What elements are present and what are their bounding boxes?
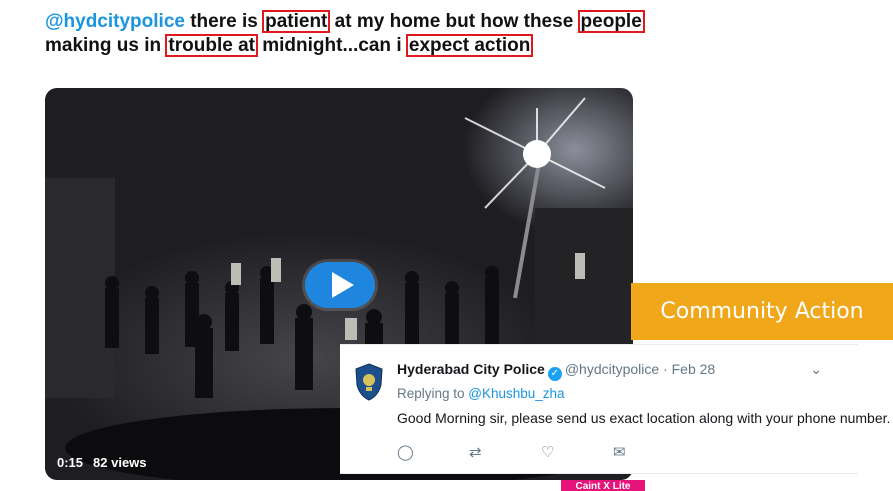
like-icon[interactable]: ♡: [541, 443, 613, 461]
tweet-text-3: making us in: [45, 35, 167, 56]
reply-tweet-card[interactable]: Hyderabad City Police ✓ @hydcitypolice · F…: [340, 344, 890, 474]
mention-link[interactable]: @hydcitypolice: [45, 11, 185, 32]
replying-to: Replying to @Khushbu_zha: [397, 386, 565, 401]
chevron-down-icon[interactable]: ⌄: [810, 361, 822, 378]
play-icon: [332, 272, 354, 298]
verified-icon: ✓: [547, 367, 562, 381]
tweet-text-4: midnight...can i: [256, 35, 407, 56]
tweet-actions: ◯ ⇄ ♡ ✉: [397, 443, 685, 461]
tweet-text-2: at my home but how these: [329, 11, 579, 32]
replying-to-link[interactable]: @Khushbu_zha: [468, 386, 564, 401]
police-logo-avatar[interactable]: [354, 363, 384, 401]
author-handle-date: @hydcitypolice · Feb 28: [564, 361, 716, 377]
highlight-word-4: expect action: [405, 34, 534, 57]
highlight-word-3: trouble at: [165, 34, 258, 57]
highlight-word-1: patient: [262, 10, 331, 33]
author-name[interactable]: Hyderabad City Police: [397, 361, 545, 377]
reply-icon[interactable]: ◯: [397, 443, 469, 461]
tweet-text-1: there is: [184, 11, 264, 32]
highlight-word-2: people: [577, 10, 645, 33]
message-icon[interactable]: ✉: [613, 443, 685, 461]
reply-body: Good Morning sir, please send us exact l…: [397, 410, 891, 426]
tweet-text: @hydcitypolice there is patient at my ho…: [45, 10, 665, 58]
video-duration: 0:15: [57, 455, 84, 470]
retweet-icon[interactable]: ⇄: [469, 443, 541, 461]
play-button[interactable]: [305, 262, 375, 308]
video-views: 82 views: [93, 455, 147, 470]
replying-prefix: Replying to: [397, 386, 469, 401]
video-stats: 0:15 82 views: [57, 455, 157, 470]
reply-author[interactable]: Hyderabad City Police ✓ @hydcitypolice · F…: [397, 361, 715, 381]
community-action-banner: Community Action: [631, 283, 893, 340]
watermark-badge: Caint X Lite: [561, 480, 645, 491]
